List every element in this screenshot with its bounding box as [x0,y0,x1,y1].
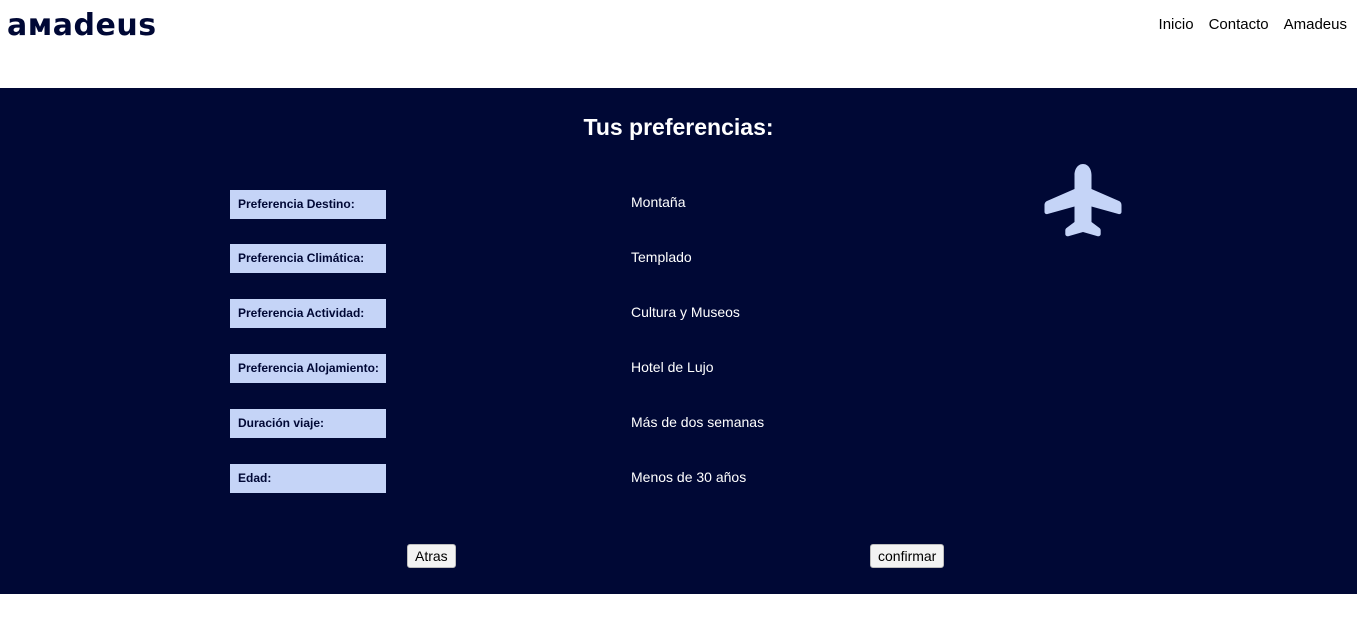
label-alojamiento: Preferencia Alojamiento: [230,354,386,383]
label-climatica: Preferencia Climática: [230,244,386,273]
preferences-panel: Tus preferencias: Preferencia Destino: M… [0,88,1357,594]
main-nav: Inicio Contacto Amadeus [1159,16,1347,34]
label-duracion: Duración viaje: [230,409,386,438]
value-actividad: Cultura y Museos [631,304,740,320]
nav-contacto[interactable]: Contacto [1209,16,1269,34]
nav-inicio[interactable]: Inicio [1159,16,1194,34]
value-edad: Menos de 30 años [631,469,747,485]
confirm-button[interactable]: confirmar [870,544,945,568]
page-footer [0,594,1357,618]
label-edad: Edad: [230,464,386,493]
amadeus-logo[interactable]: aмadeus [7,6,157,46]
nav-amadeus[interactable]: Amadeus [1284,16,1347,34]
page-title: Tus preferencias: [583,114,774,140]
airplane-icon [1044,164,1122,237]
value-alojamiento: Hotel de Lujo [631,359,714,375]
value-destino: Montaña [631,194,686,210]
label-destino: Preferencia Destino: [230,190,386,219]
label-actividad: Preferencia Actividad: [230,299,386,328]
value-duracion: Más de dos semanas [631,414,765,430]
value-climatica: Templado [631,249,692,265]
site-header: aмadeus Inicio Contacto Amadeus [0,0,1357,88]
back-button[interactable]: Atras [407,544,456,568]
